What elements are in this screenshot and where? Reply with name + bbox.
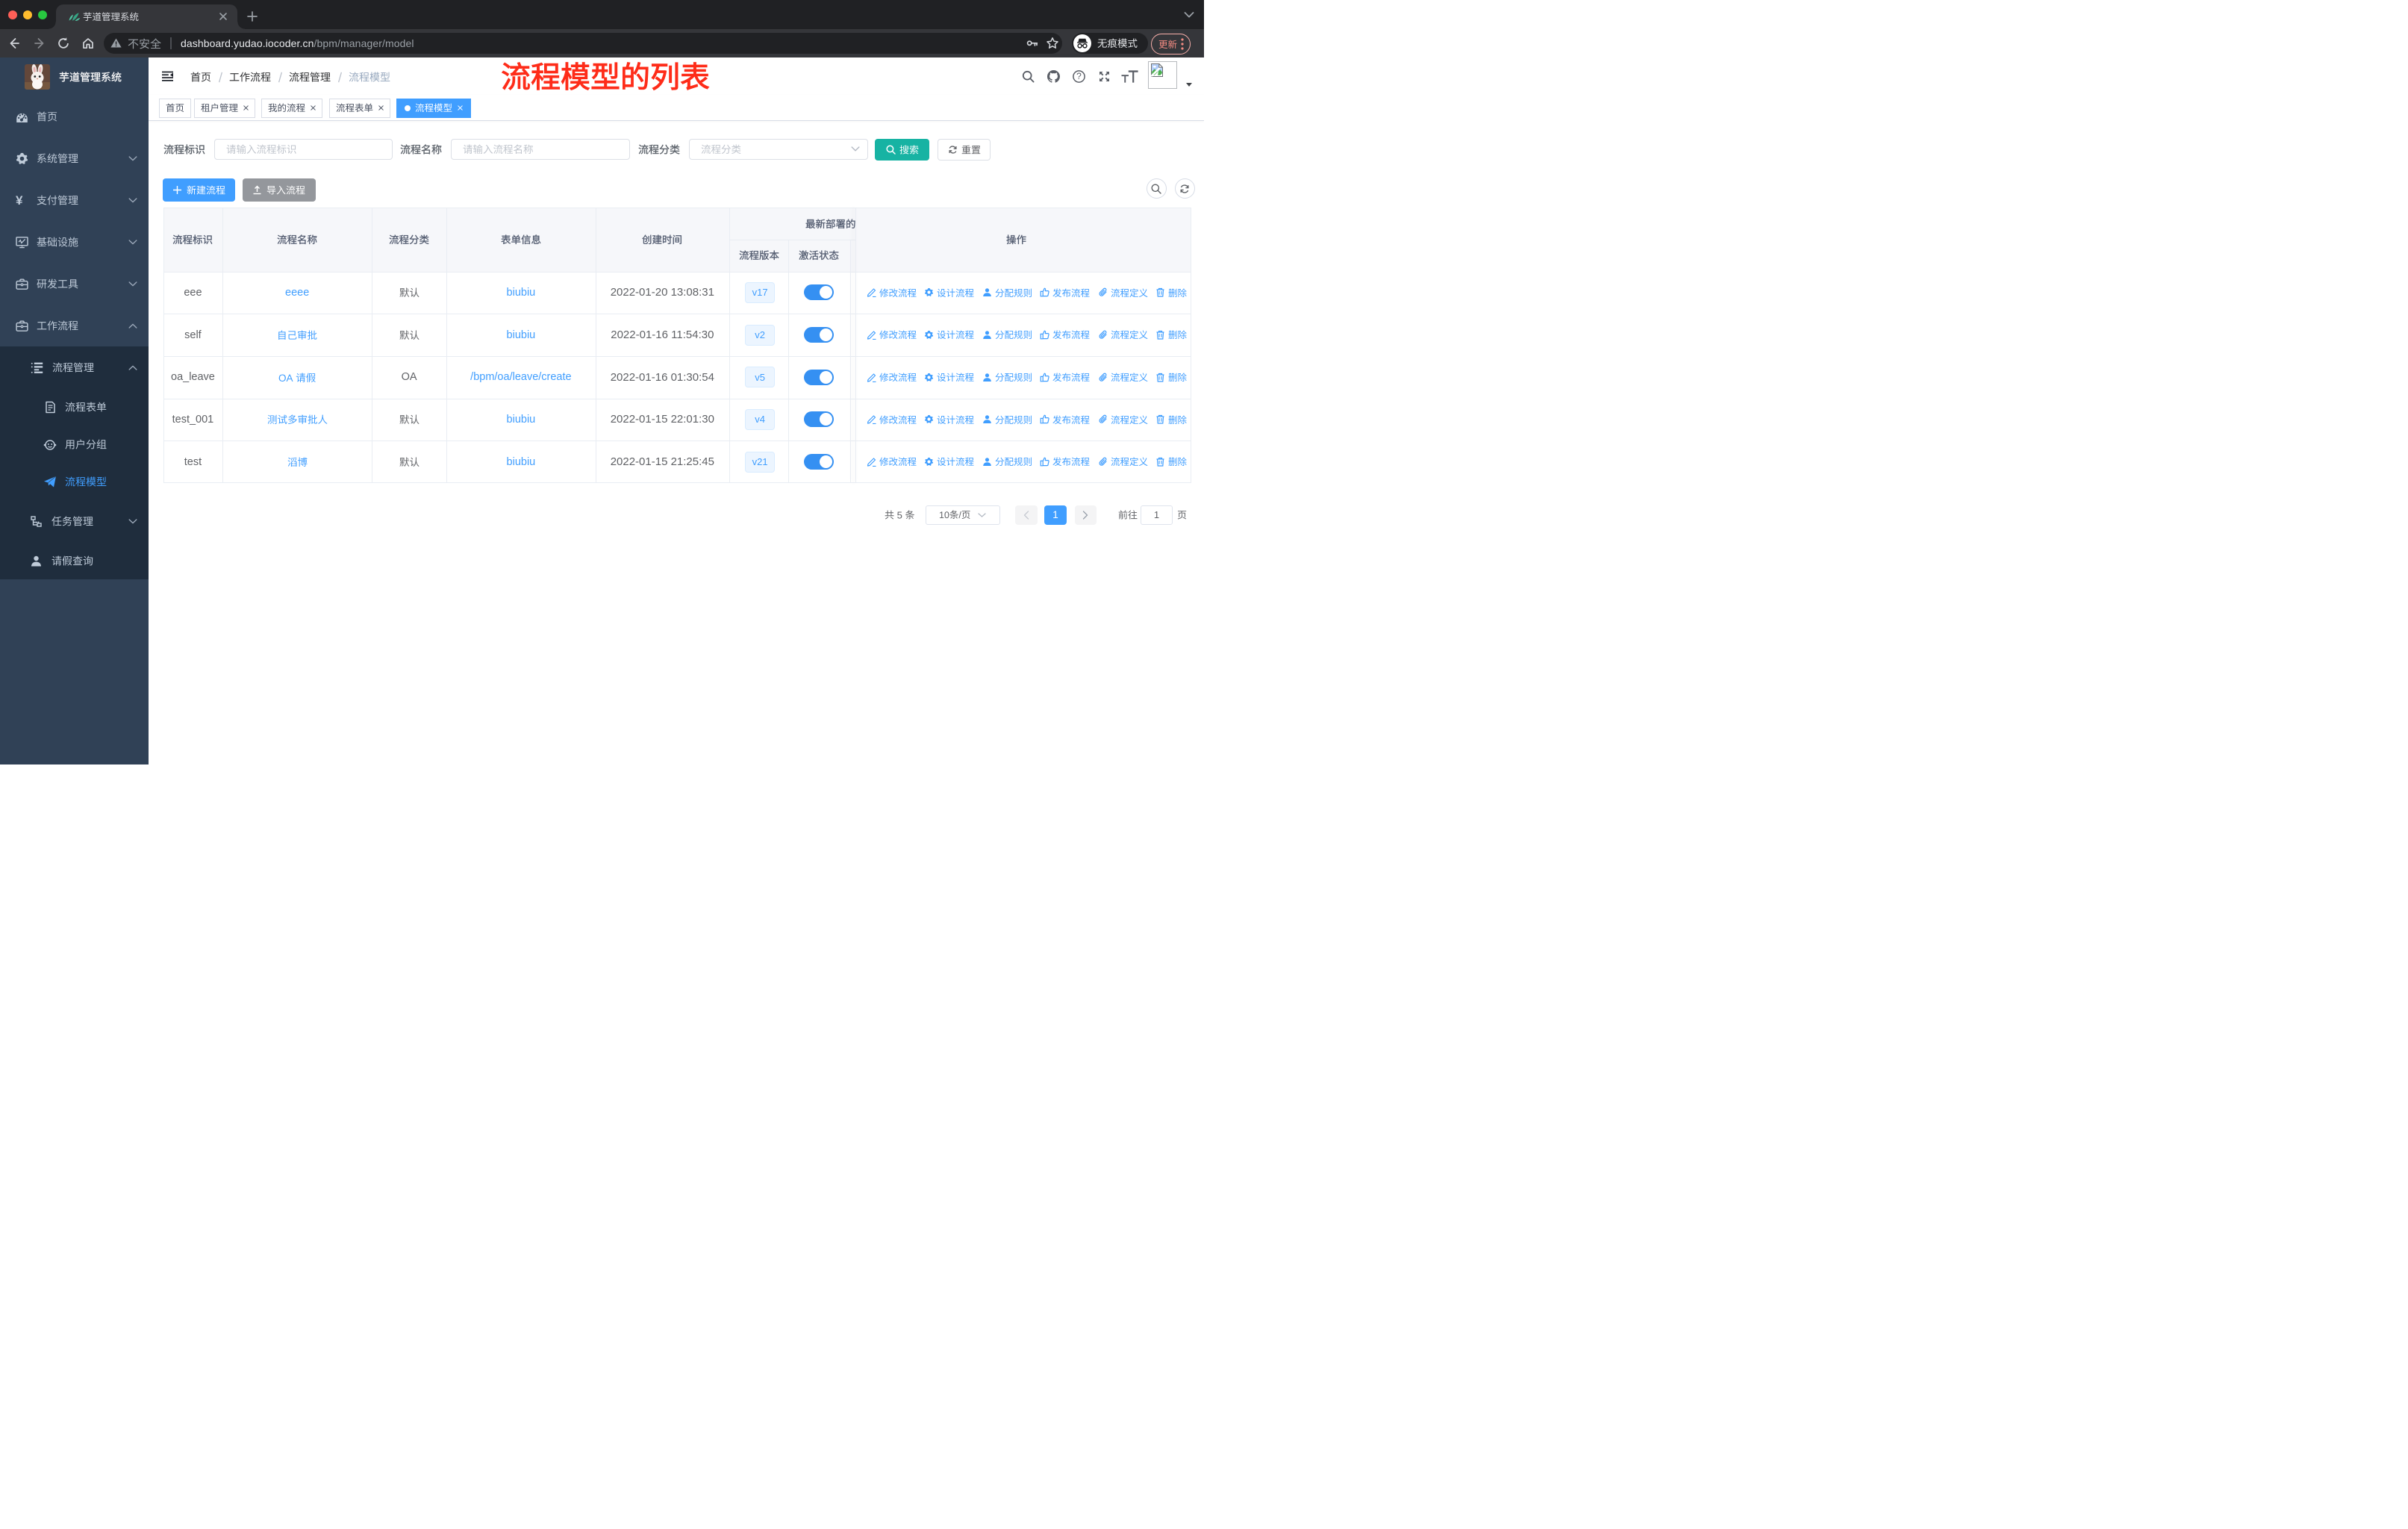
svg-text:?: ? [1076, 71, 1082, 81]
